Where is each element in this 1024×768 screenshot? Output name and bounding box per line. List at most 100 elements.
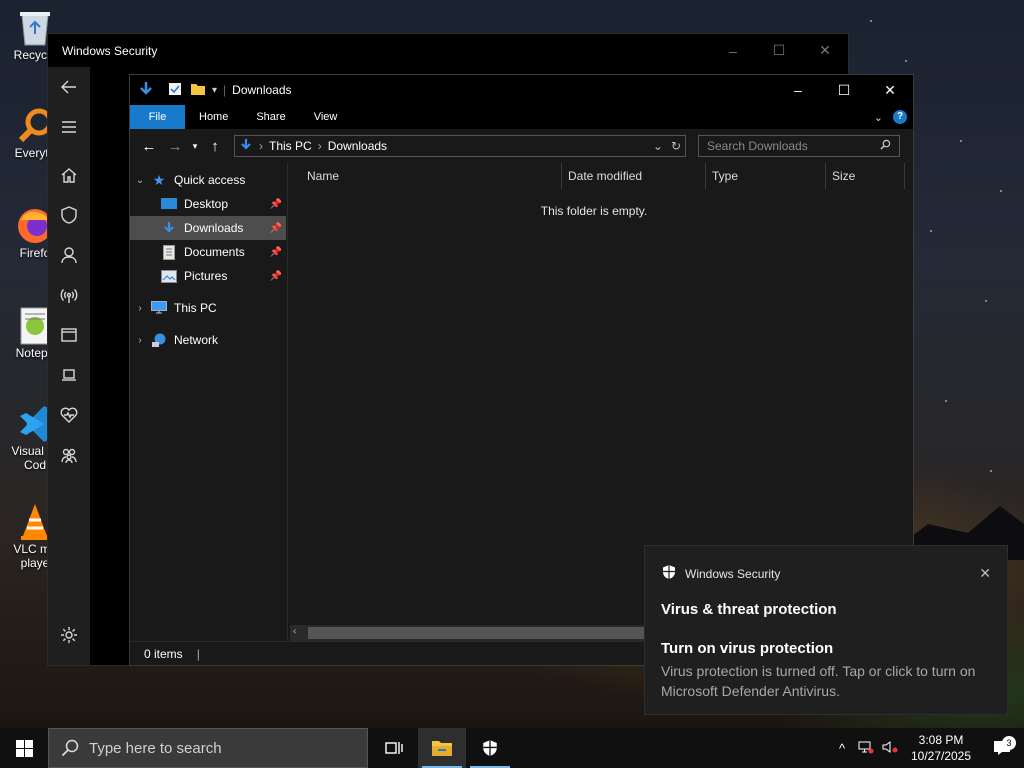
recent-locations-chevron-icon[interactable]: ▾ [188, 141, 202, 152]
breadcrumb-this-pc[interactable]: This PC [269, 139, 312, 153]
tab-home[interactable]: Home [185, 105, 242, 129]
task-view-button[interactable] [370, 728, 418, 768]
column-type[interactable]: Type [706, 163, 826, 189]
tab-file[interactable]: File [130, 105, 185, 129]
refresh-icon[interactable]: ↻ [671, 139, 681, 153]
explorer-title: Downloads [232, 83, 292, 97]
horizontal-scrollbar[interactable]: ‹ [290, 625, 648, 641]
nav-home[interactable] [48, 160, 90, 190]
back-arrow-icon [61, 80, 76, 94]
tree-documents[interactable]: Documents 📌 [130, 240, 286, 264]
nav-settings[interactable] [48, 620, 90, 650]
shield-icon [61, 206, 77, 224]
chevron-right-icon[interactable]: › [130, 335, 150, 346]
expand-ribbon-chevron-icon[interactable]: ⌄ [874, 111, 883, 124]
explorer-maximize-button[interactable]: ☐ [821, 82, 867, 99]
minimize-button[interactable]: – [710, 43, 756, 59]
toast-heading: Turn on virus protection [661, 640, 834, 657]
explorer-titlebar[interactable]: ▾ | Downloads – ☐ ✕ [130, 75, 913, 105]
windows-security-titlebar[interactable]: Windows Security – ☐ ✕ [48, 34, 848, 67]
show-hidden-icons-chevron-icon[interactable]: ^ [830, 741, 854, 756]
back-button[interactable] [48, 72, 90, 102]
address-dropdown-icon[interactable]: ⌄ [653, 139, 663, 153]
nav-firewall[interactable] [48, 280, 90, 310]
tree-label: Quick access [174, 173, 246, 187]
security-toast-notification[interactable]: Windows Security ✕ Virus & threat protec… [644, 545, 1008, 715]
nav-family-options[interactable] [48, 440, 90, 470]
tab-view[interactable]: View [300, 105, 352, 129]
pin-icon[interactable]: 📌 [270, 271, 282, 282]
nav-app-browser-control[interactable] [48, 320, 90, 350]
close-button[interactable]: ✕ [802, 42, 848, 59]
menu-button[interactable] [48, 112, 90, 142]
status-divider: | [196, 646, 200, 661]
forward-arrow-icon[interactable]: → [162, 138, 188, 155]
pin-icon[interactable]: 📌 [270, 223, 282, 234]
nav-device-security[interactable] [48, 360, 90, 390]
shield-icon [661, 564, 677, 583]
download-arrow-icon [138, 81, 154, 100]
action-center-button[interactable]: 3 [980, 736, 1024, 756]
taskbar: Type here to search ^ 3:08 PM 10/27/2025… [0, 728, 1024, 768]
explorer-minimize-button[interactable]: – [775, 82, 821, 98]
start-button[interactable] [0, 728, 48, 768]
download-arrow-icon [239, 138, 253, 155]
address-bar[interactable]: › This PC › Downloads ⌄ ↻ [234, 135, 686, 157]
new-folder-icon[interactable] [190, 82, 206, 99]
ribbon-tabs: File Home Share View ⌄ ? [130, 105, 913, 129]
network-status-icon[interactable] [854, 740, 878, 757]
person-icon [61, 247, 77, 264]
breadcrumb-downloads[interactable]: Downloads [328, 139, 387, 153]
titlebar-divider: | [223, 83, 227, 97]
scrollbar-thumb[interactable] [308, 627, 648, 639]
system-tray: ^ 3:08 PM 10/27/2025 3 [830, 728, 1024, 768]
tree-quick-access[interactable]: ⌄ ★ Quick access [130, 168, 286, 192]
clock-time: 3:08 PM [918, 733, 964, 747]
taskbar-search-placeholder: Type here to search [89, 739, 222, 757]
pin-icon[interactable]: 📌 [270, 247, 282, 258]
tree-pictures[interactable]: Pictures 📌 [130, 264, 286, 288]
clock[interactable]: 3:08 PM 10/27/2025 [902, 732, 980, 764]
tree-network[interactable]: › Network [130, 328, 286, 352]
tree-downloads[interactable]: Downloads 📌 [130, 216, 286, 240]
pin-icon[interactable]: 📌 [270, 199, 282, 210]
properties-checkbox-icon[interactable] [168, 82, 182, 99]
qat-dropdown-icon[interactable]: ▾ [212, 85, 217, 96]
chevron-right-icon[interactable]: › [130, 303, 150, 314]
heart-pulse-icon [60, 407, 78, 423]
document-icon [160, 244, 178, 260]
laptop-icon [62, 369, 76, 381]
chevron-down-icon[interactable]: ⌄ [130, 175, 150, 186]
nav-account-protection[interactable] [48, 240, 90, 270]
toast-section-title: Virus & threat protection [661, 601, 837, 618]
home-icon [61, 168, 77, 183]
toast-close-button[interactable]: ✕ [979, 565, 991, 582]
help-icon[interactable]: ? [893, 110, 907, 124]
nav-virus-protection[interactable] [48, 200, 90, 230]
tab-share[interactable]: Share [242, 105, 299, 129]
volume-muted-icon[interactable] [878, 740, 902, 757]
taskbar-search-input[interactable]: Type here to search [48, 728, 368, 768]
search-icon [61, 739, 79, 757]
column-size[interactable]: Size [826, 163, 905, 189]
shield-icon [483, 740, 497, 756]
taskbar-windows-security[interactable] [466, 728, 514, 768]
gear-icon [61, 627, 77, 643]
toast-app-name: Windows Security [685, 566, 781, 581]
tree-label: This PC [174, 301, 217, 315]
column-name[interactable]: Name [290, 163, 562, 189]
tree-this-pc[interactable]: › This PC [130, 296, 286, 320]
download-arrow-icon [160, 220, 178, 236]
tree-desktop[interactable]: Desktop 📌 [130, 192, 286, 216]
column-date-modified[interactable]: Date modified [562, 163, 706, 189]
taskbar-file-explorer[interactable] [418, 728, 466, 768]
maximize-button[interactable]: ☐ [756, 42, 802, 59]
star-icon: ★ [152, 171, 166, 188]
breadcrumb-separator-icon: › [259, 139, 263, 153]
scroll-left-arrow-icon[interactable]: ‹ [293, 626, 296, 637]
search-input[interactable]: Search Downloads [698, 135, 900, 157]
up-arrow-icon[interactable]: ↑ [202, 138, 228, 155]
back-arrow-icon[interactable]: ← [136, 138, 162, 155]
explorer-close-button[interactable]: ✕ [867, 82, 913, 99]
nav-device-performance[interactable] [48, 400, 90, 430]
